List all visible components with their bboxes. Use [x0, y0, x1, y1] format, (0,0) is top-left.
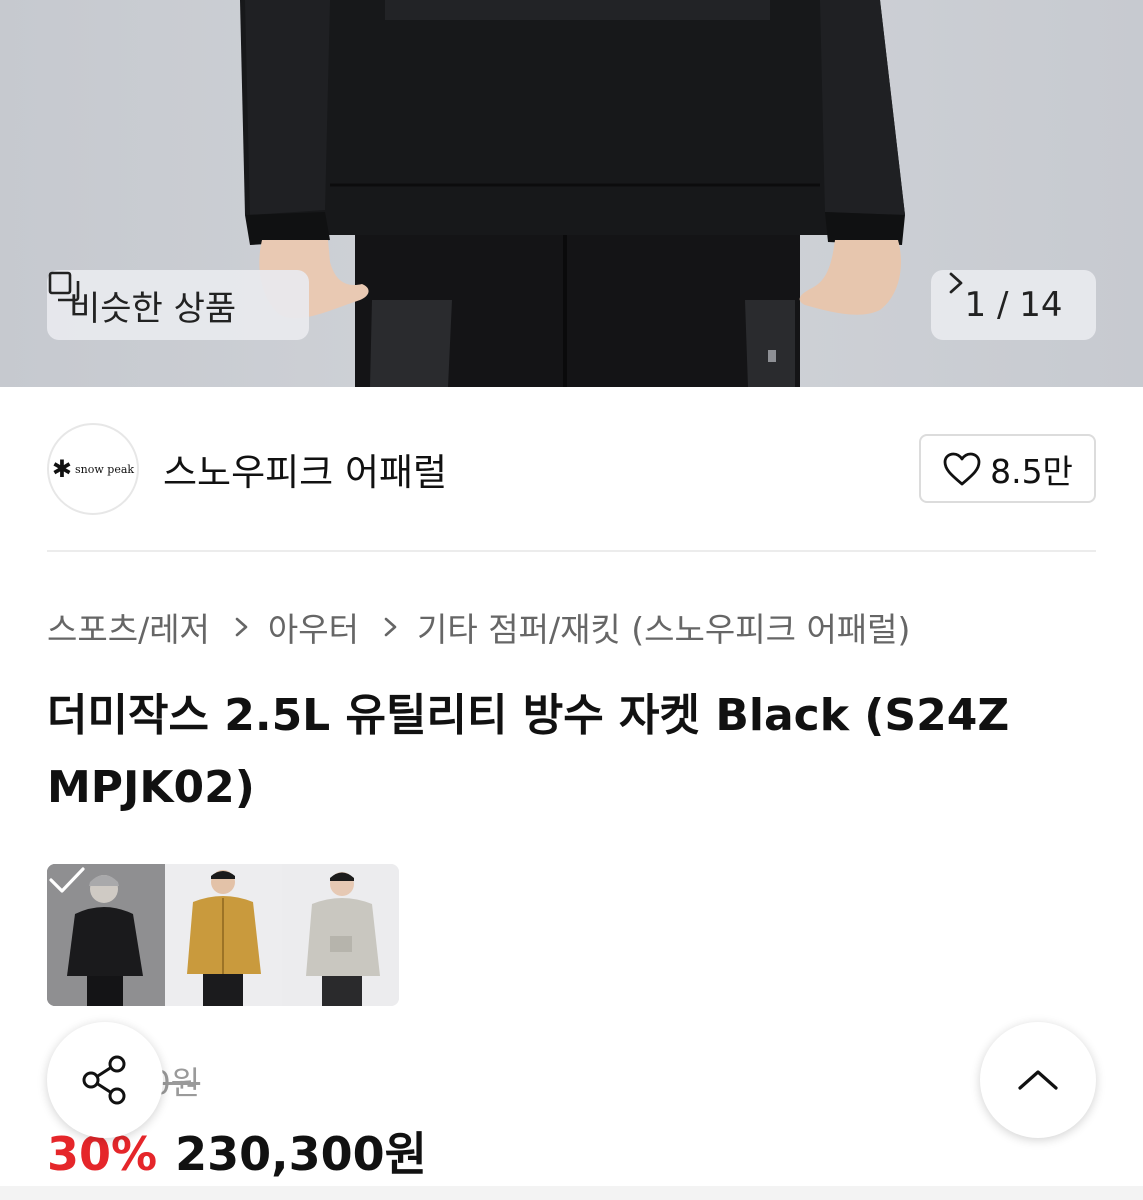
- like-count: 8.5만: [990, 451, 1073, 491]
- check-icon: [49, 867, 85, 893]
- snowflake-icon: ✱: [51, 455, 73, 483]
- share-icon: [82, 1055, 126, 1105]
- selected-overlay: [47, 864, 165, 1006]
- squares-icon: [48, 271, 80, 302]
- breadcrumb-item[interactable]: 아우터: [268, 603, 359, 651]
- thumbnail-image: [165, 864, 282, 1006]
- breadcrumb-item[interactable]: 기타 점퍼/재킷 (스노우피크 어패럴): [417, 603, 910, 651]
- share-button[interactable]: [47, 1022, 163, 1138]
- color-option-mustard[interactable]: [165, 864, 282, 1006]
- sale-price: 230,300원: [175, 1127, 427, 1181]
- chevron-right-icon: [235, 617, 248, 637]
- product-title: 더미작스 2.5L 유틸리티 방수 자켓 Black (S24Z MPJK02): [47, 680, 1107, 824]
- seller-logo[interactable]: ✱ snow peak: [47, 423, 139, 515]
- product-title-line: MPJK02): [47, 762, 255, 813]
- similar-products-label: 비슷한 상품: [69, 288, 237, 329]
- chevron-right-icon: [384, 617, 397, 637]
- product-title-line: 더미작스 2.5L 유틸리티 방수 자켓 Black (S24Z: [47, 690, 1010, 741]
- seller-row: ✱ snow peak 스노우피크 어패럴 8.5만: [47, 422, 1096, 516]
- breadcrumb: 스포츠/레저 아우터 기타 점퍼/재킷 (스노우피크 어패럴): [47, 602, 910, 652]
- color-option-black[interactable]: [47, 864, 165, 1006]
- like-button[interactable]: 8.5만: [919, 434, 1096, 503]
- chevron-up-icon: [1018, 1070, 1058, 1090]
- image-counter-text: 1 / 14: [964, 285, 1063, 325]
- similar-products-button[interactable]: 비슷한 상품: [47, 270, 309, 340]
- color-option-list: [47, 864, 399, 1006]
- image-counter-button[interactable]: 1 / 14: [931, 270, 1096, 340]
- seller-name[interactable]: 스노우피크 어패럴: [163, 442, 447, 496]
- thumbnail-image: [282, 864, 399, 1006]
- seller-logo-text: snow peak: [75, 462, 135, 476]
- divider: [47, 550, 1096, 552]
- bottom-edge: [0, 1186, 1143, 1200]
- heart-icon: [943, 452, 981, 485]
- breadcrumb-item[interactable]: 스포츠/레저: [47, 603, 210, 651]
- product-image-carousel[interactable]: 비슷한 상품 1 / 14: [0, 0, 1143, 387]
- chevron-right-icon: [949, 272, 963, 294]
- color-option-light-gray[interactable]: [282, 864, 399, 1006]
- scroll-top-button[interactable]: [980, 1022, 1096, 1138]
